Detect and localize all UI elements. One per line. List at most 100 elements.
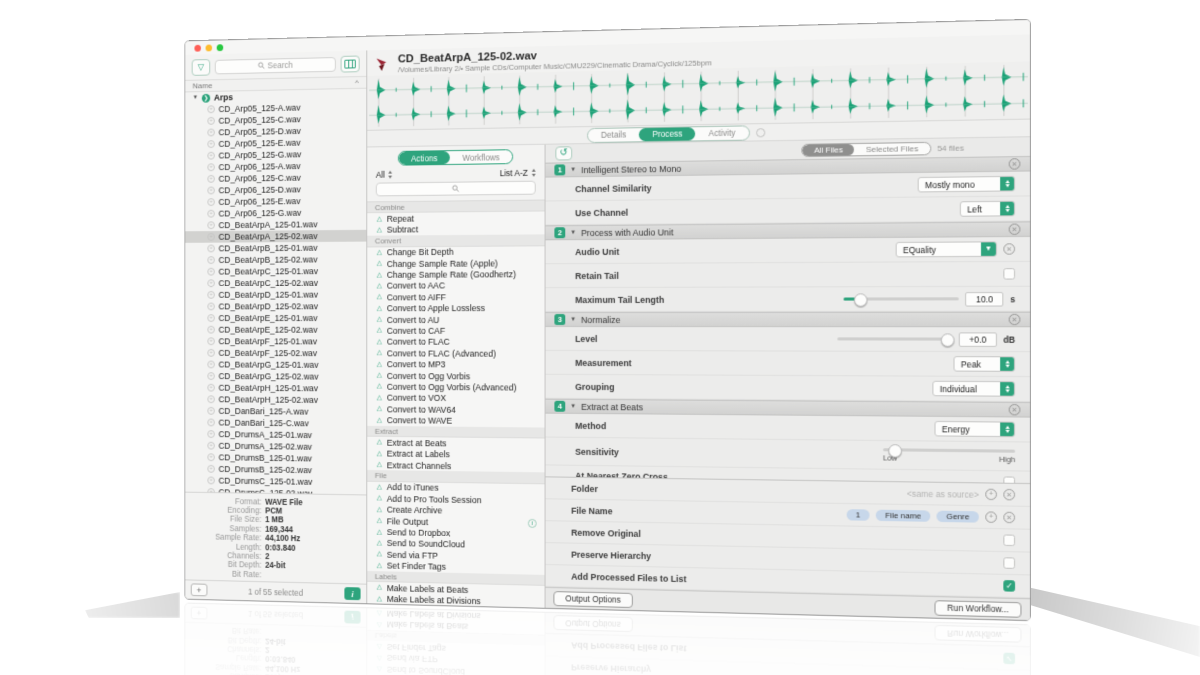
dropdown-select[interactable]: Individual	[932, 380, 1016, 397]
dropdown-select[interactable]: Peak	[953, 356, 1016, 372]
minimize-button[interactable]	[205, 44, 213, 52]
value-field[interactable]: 10.0	[965, 291, 1004, 307]
file-name: CD_Arp05_125-C.wav	[218, 114, 301, 126]
file-circle-icon: +	[207, 221, 215, 230]
file-row[interactable]: + CD_BeatArpC_125-01.wav	[185, 265, 366, 277]
clear-circle-icon[interactable]: ✕	[1003, 488, 1016, 501]
file-row[interactable]: + CD_BeatArpD_125-01.wav	[185, 289, 366, 301]
sidebar-search-input[interactable]: Search	[214, 56, 336, 74]
add-files-button[interactable]: +	[190, 583, 208, 597]
value-field[interactable]: +0.0	[958, 331, 997, 347]
disclosure-triangle-icon[interactable]: ▼	[570, 167, 576, 173]
checkbox[interactable]	[1003, 534, 1016, 547]
file-row[interactable]: + CD_BeatArpE_125-01.wav	[185, 312, 366, 324]
action-triangle-icon: △	[376, 372, 382, 379]
param-label: Audio Unit	[575, 246, 620, 257]
action-item[interactable]: △ Change Sample Rate (Apple)	[367, 257, 544, 269]
column-view-button[interactable]	[340, 55, 360, 73]
file-row[interactable]: + CD_BeatArpE_125-02.wav	[185, 324, 366, 336]
add-circle-icon[interactable]: +	[985, 488, 997, 501]
file-name: CD_BeatArpA_125-02.wav	[218, 231, 318, 242]
file-name: CD_BeatArpD_125-01.wav	[218, 289, 318, 300]
file-count-label: 54 files	[937, 142, 965, 153]
dropdown-select[interactable]: Mostly mono	[917, 175, 1016, 193]
action-item[interactable]: △ Convert to CAF	[367, 325, 544, 336]
filter-button[interactable]: ▽	[191, 58, 211, 76]
clear-selection-icon[interactable]: ✕	[1003, 243, 1016, 255]
remove-step-icon[interactable]: ✕	[1008, 158, 1021, 170]
action-item[interactable]: △ Change Bit Depth	[367, 246, 544, 258]
clear-circle-icon[interactable]: ✕	[1003, 511, 1016, 524]
slider[interactable]	[843, 297, 960, 301]
action-item[interactable]: △ Convert to AAC	[367, 280, 544, 292]
checkbox[interactable]: ✓	[1003, 580, 1016, 592]
param-label: Grouping	[575, 381, 615, 392]
file-row[interactable]: + CD_BeatArpG_125-01.wav	[185, 359, 366, 371]
action-item[interactable]: △ Convert to Apple Lossless	[367, 303, 544, 314]
action-item[interactable]: △ Convert to Ogg Vorbis (Advanced)	[367, 381, 544, 393]
file-row[interactable]: + CD_BeatArpG_125-02.wav	[185, 370, 366, 383]
tab-activity[interactable]: Activity	[696, 126, 749, 140]
info-circle-icon[interactable]: i	[527, 518, 537, 529]
scope-all-files[interactable]: All Files	[802, 143, 855, 156]
file-circle-icon: +	[207, 279, 215, 288]
disclosure-triangle-icon[interactable]: ▼	[570, 403, 576, 409]
segment-workflows[interactable]: Workflows	[450, 150, 512, 164]
workflow-steps: 1 ▼ Intelligent Stereo to Mono ✕ Channel Sim…	[545, 155, 1031, 484]
dropdown-select[interactable]: Left	[959, 200, 1016, 217]
category-filter-select[interactable]: All	[376, 170, 393, 180]
dropdown-chevron[interactable]: EQuality ▼	[895, 241, 997, 258]
file-row[interactable]: + CD_BeatArpB_125-02.wav	[185, 253, 366, 266]
checkbox[interactable]	[1003, 557, 1016, 569]
filename-token[interactable]: Genre	[936, 510, 979, 523]
action-item[interactable]: △ Convert to Ogg Vorbis	[367, 370, 544, 382]
actions-search-input[interactable]	[375, 180, 536, 197]
sort-order-select[interactable]: List A-Z	[500, 168, 536, 178]
filename-token[interactable]: File name	[875, 509, 931, 522]
action-item-label: Repeat	[386, 213, 414, 224]
close-button[interactable]	[194, 44, 201, 52]
info-button[interactable]: i	[344, 587, 361, 601]
step-title: Extract at Beats	[581, 401, 643, 412]
file-row[interactable]: + CD_BeatArpF_125-01.wav	[185, 335, 366, 347]
dropdown-select[interactable]: Energy	[934, 420, 1016, 438]
slider[interactable]	[837, 337, 953, 341]
file-name: CD_Arp05_125-D.wav	[218, 126, 301, 138]
slider[interactable]	[883, 447, 1016, 453]
disclosure-triangle-icon[interactable]: ▼	[570, 317, 576, 323]
step-header[interactable]: 3 ▼ Normalize ✕	[545, 311, 1031, 328]
output-pane: Folder <same as source> + ✕ File Name 1 File n…	[545, 476, 1031, 599]
add-circle-icon[interactable]: +	[985, 511, 997, 523]
action-item[interactable]: △ Convert to AU	[367, 314, 544, 325]
remove-step-icon[interactable]: ✕	[1008, 403, 1021, 416]
checkbox[interactable]	[1003, 268, 1016, 280]
run-workflow-button[interactable]: Run Workflow...	[934, 599, 1022, 618]
action-item[interactable]: △ Convert to VOX	[367, 392, 544, 404]
remove-step-icon[interactable]: ✕	[1008, 223, 1021, 236]
zoom-button[interactable]	[216, 44, 224, 52]
file-row[interactable]: + CD_BeatArpC_125-02.wav	[185, 277, 366, 289]
filename-token[interactable]: 1	[846, 509, 870, 521]
action-item[interactable]: △ Convert to FLAC	[367, 336, 544, 348]
action-triangle-icon: △	[376, 584, 382, 592]
disclosure-triangle-icon[interactable]: ▼	[570, 230, 576, 236]
action-item[interactable]: △ Convert to AIFF	[367, 291, 544, 303]
remove-step-icon[interactable]: ✕	[1008, 313, 1021, 326]
file-row[interactable]: + CD_BeatArpB_125-01.wav	[185, 242, 366, 255]
action-item[interactable]: △ Change Sample Rate (Goodhertz)	[367, 269, 544, 281]
param-label: Add Processed Files to List	[571, 571, 687, 584]
undo-button[interactable]: ↺	[555, 146, 573, 161]
disclosure-triangle-icon[interactable]: ▼	[193, 95, 199, 101]
action-item[interactable]: △ Convert to FLAC (Advanced)	[367, 348, 544, 360]
segment-actions[interactable]: Actions	[398, 151, 450, 165]
output-options-button[interactable]: Output Options	[553, 590, 633, 608]
tab-details[interactable]: Details	[588, 128, 639, 142]
scope-selected-files[interactable]: Selected Files	[854, 142, 930, 154]
param-label: Maximum Tail Length	[575, 294, 665, 305]
file-row[interactable]: + CD_BeatArpF_125-02.wav	[185, 347, 366, 359]
param-label: Level	[575, 333, 598, 344]
tab-process[interactable]: Process	[639, 126, 696, 141]
file-circle-icon: +	[207, 163, 215, 172]
file-row[interactable]: + CD_BeatArpD_125-02.wav	[185, 300, 366, 312]
action-item[interactable]: △ Convert to MP3	[367, 359, 544, 371]
